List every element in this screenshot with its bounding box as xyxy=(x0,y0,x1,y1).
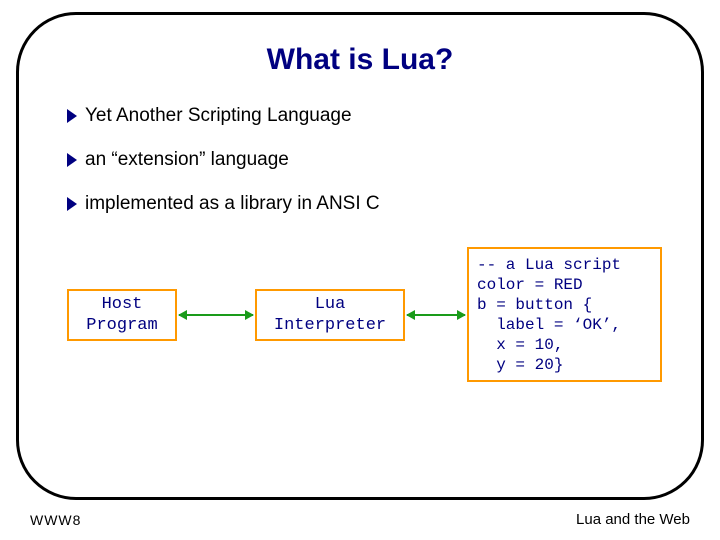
footer-right: Lua and the Web xyxy=(576,511,690,528)
bullet-triangle-icon xyxy=(67,109,77,123)
lua-script-box: -- a Lua script color = RED b = button {… xyxy=(467,247,662,382)
bullet-triangle-icon xyxy=(67,197,77,211)
lua-interpreter-box: Lua Interpreter xyxy=(255,289,405,341)
footer-left: WWW8 xyxy=(30,512,81,528)
bullet-text: Yet Another Scripting Language xyxy=(85,105,352,127)
double-arrow-icon xyxy=(179,314,253,316)
bullet-text: an “extension” language xyxy=(85,149,289,171)
bullet-list: Yet Another Scripting Language an “exten… xyxy=(67,105,653,215)
bullet-item: an “extension” language xyxy=(67,149,653,171)
bullet-triangle-icon xyxy=(67,153,77,167)
slide-title: What is Lua? xyxy=(67,43,653,77)
host-program-box: Host Program xyxy=(67,289,177,341)
architecture-diagram: Host Program Lua Interpreter -- a Lua sc… xyxy=(67,237,653,397)
bullet-text: implemented as a library in ANSI C xyxy=(85,193,380,215)
slide-frame: What is Lua? Yet Another Scripting Langu… xyxy=(16,12,704,500)
bullet-item: implemented as a library in ANSI C xyxy=(67,193,653,215)
double-arrow-icon xyxy=(407,314,465,316)
bullet-item: Yet Another Scripting Language xyxy=(67,105,653,127)
